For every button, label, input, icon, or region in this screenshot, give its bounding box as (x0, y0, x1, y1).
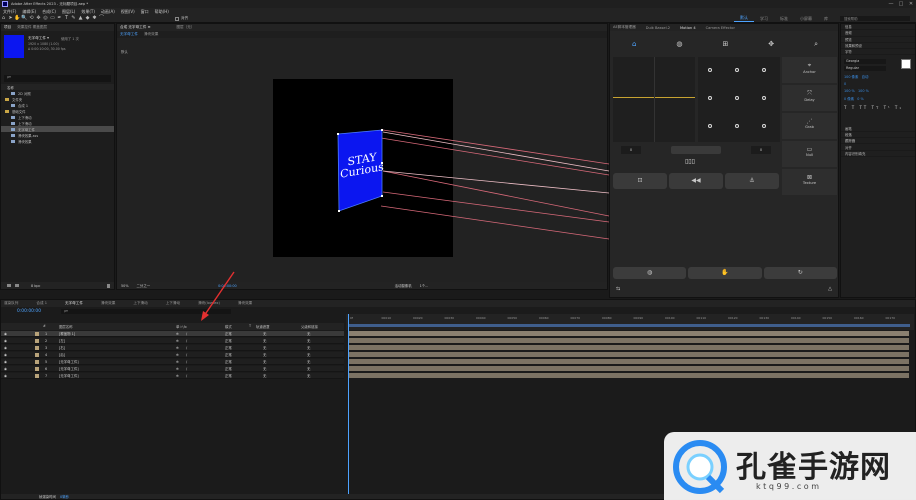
watermark-url: k t q 9 9 . c o m (756, 482, 819, 491)
watermark-brand: 孔雀手游网 (736, 450, 891, 485)
watermark-logo-icon (673, 440, 727, 494)
watermark: 孔雀手游网 k t q 9 9 . c o m (664, 432, 916, 500)
annotation-arrow (201, 271, 235, 321)
